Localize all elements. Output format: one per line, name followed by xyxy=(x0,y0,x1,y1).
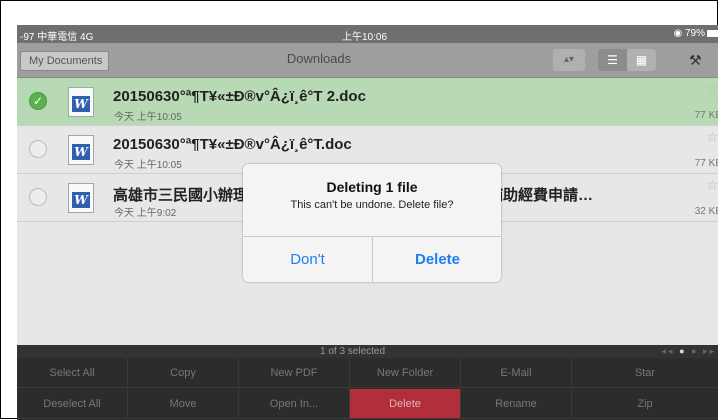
ipad-screen: -97 中華電信 4G 上午10:06 ◉ 79% My Documents D… xyxy=(17,25,718,420)
star-icon[interactable]: ☆ xyxy=(706,129,718,145)
checkmark-icon[interactable]: ✓ xyxy=(29,92,47,110)
star-icon[interactable]: ☆ xyxy=(706,177,718,193)
selection-count: 1 of 3 selected xyxy=(320,346,386,357)
grid-view-icon[interactable]: ▦ xyxy=(627,49,656,71)
star-icon[interactable]: ☆ xyxy=(706,81,718,97)
battery-icon xyxy=(707,29,718,37)
file-date: 今天 上午10:05 xyxy=(114,160,182,171)
star-button[interactable]: Star xyxy=(572,358,718,388)
file-size: 77 KB xyxy=(694,110,718,121)
navigation-bar: My Documents Downloads ▴▾ ☰ ▦ ⚒ xyxy=(17,43,718,78)
view-mode-toggle: ☰ ▦ xyxy=(598,49,656,71)
word-doc-icon: W xyxy=(68,183,94,213)
list-view-icon[interactable]: ☰ xyxy=(598,49,627,71)
word-doc-icon: W xyxy=(68,135,94,165)
file-date: 今天 上午9:02 xyxy=(114,208,177,219)
new-pdf-button[interactable]: New PDF xyxy=(239,358,350,388)
email-button[interactable]: E-Mail xyxy=(461,358,572,388)
selection-status-bar: 1 of 3 selected ◂◂ ● ● ▸▸ xyxy=(17,345,718,358)
carrier-signal: -97 中華電信 4G xyxy=(20,32,94,43)
screenshot-frame: -97 中華電信 4G 上午10:06 ◉ 79% My Documents D… xyxy=(0,0,718,420)
file-date: 今天 上午10:05 xyxy=(114,112,182,123)
status-bar: -97 中華電信 4G 上午10:06 ◉ 79% xyxy=(17,25,718,43)
page-title: Downloads xyxy=(286,51,352,66)
rename-button[interactable]: Rename xyxy=(461,389,572,419)
status-time: 上午10:06 xyxy=(342,32,388,43)
select-all-button[interactable]: Select All xyxy=(17,358,128,388)
file-name: 20150630°ª¶T¥«±Ð®v°Â¿ï¸ê°T 2.doc xyxy=(113,88,366,105)
open-in-button[interactable]: Open In... xyxy=(239,389,350,419)
dialog-title: Deleting 1 file xyxy=(326,179,418,195)
word-doc-icon: W xyxy=(68,87,94,117)
radio-circle-icon[interactable] xyxy=(29,140,47,158)
action-toolbar: Select All Copy New PDF New Folder E-Mai… xyxy=(17,358,718,420)
confirm-delete-button[interactable]: Delete xyxy=(373,237,501,282)
battery-indicator: ◉ 79% xyxy=(673,28,718,39)
file-size: 32 KB xyxy=(694,206,718,217)
back-button[interactable]: My Documents xyxy=(20,51,110,71)
tools-icon[interactable]: ⚒ xyxy=(689,49,718,71)
sort-updown-icon[interactable]: ▴▾ xyxy=(553,49,585,71)
copy-button[interactable]: Copy xyxy=(128,358,239,388)
battery-percent: 79% xyxy=(684,28,705,39)
deselect-all-button[interactable]: Deselect All xyxy=(17,389,128,419)
delete-confirm-dialog: Deleting 1 file This can't be undone. De… xyxy=(243,164,501,282)
new-folder-button[interactable]: New Folder xyxy=(350,358,461,388)
file-row[interactable]: ✓ W 20150630°ª¶T¥«±Ð®v°Â¿ï¸ê°T 2.doc 今天 … xyxy=(17,78,718,126)
delete-button[interactable]: Delete xyxy=(350,389,461,419)
file-name: 20150630°ª¶T¥«±Ð®v°Â¿ï¸ê°T.doc xyxy=(113,136,352,153)
move-button[interactable]: Move xyxy=(128,389,239,419)
page-indicator[interactable]: ◂◂ ● ● ▸▸ xyxy=(662,345,716,358)
dialog-message: This can't be undone. Delete file? xyxy=(290,199,454,211)
file-size: 77 KB xyxy=(694,158,718,169)
zip-button[interactable]: Zip xyxy=(572,389,718,419)
dont-button[interactable]: Don't xyxy=(243,237,372,282)
radio-circle-icon[interactable] xyxy=(29,188,47,206)
rotation-lock-icon: ◉ xyxy=(673,28,683,39)
